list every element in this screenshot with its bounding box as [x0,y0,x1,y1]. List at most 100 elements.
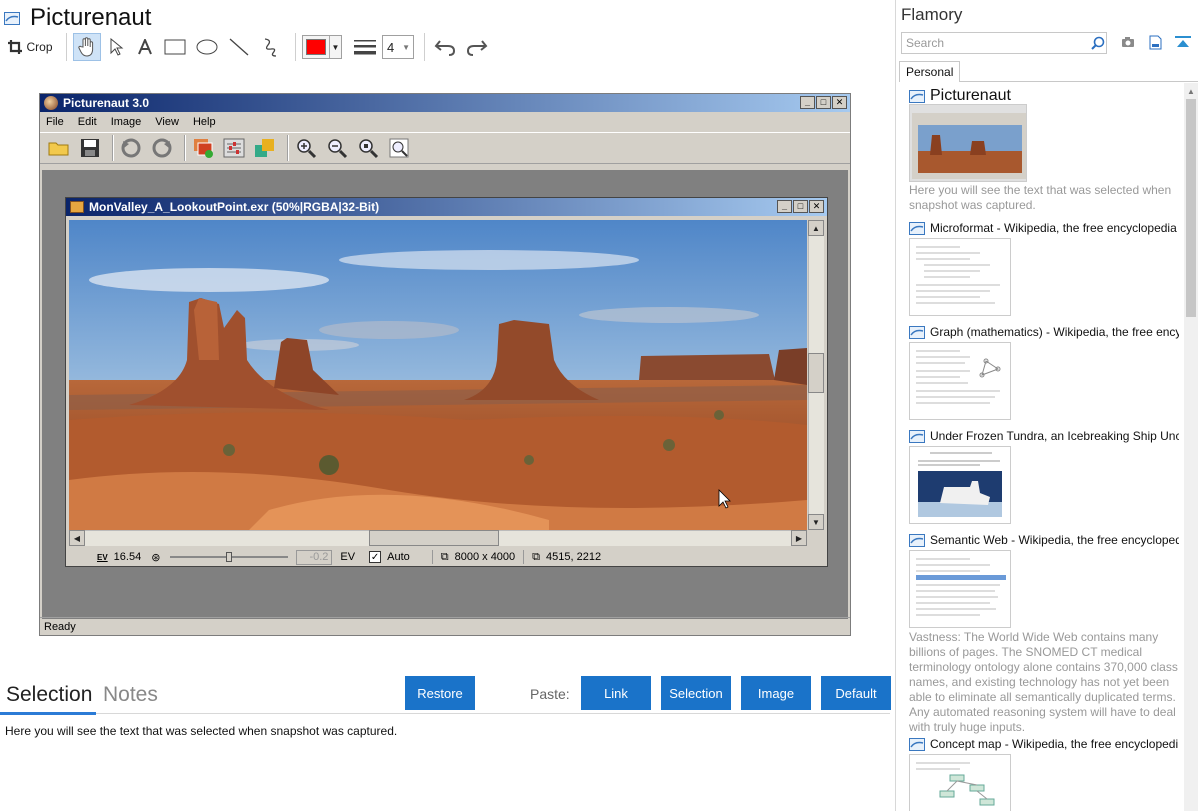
list-item-thumbnail[interactable] [909,238,1011,316]
dimensions-icon: ⧉ [440,550,449,563]
sidebar-scrollbar[interactable]: ▲ [1184,83,1198,811]
tab-divider [959,81,1198,82]
document-statusbar: EV 16.54 ⊛ -0.2 EV ✓ Auto ⧉ 8000 x 4000 … [69,548,824,566]
restore-button[interactable]: Restore [405,676,475,710]
list-item[interactable]: Microformat - Wikipedia, the free encycl… [909,221,1179,235]
list-item[interactable]: Picturenaut [909,87,1179,105]
redo-button[interactable] [463,33,491,61]
line-icon [229,38,249,56]
selection-text: Here you will see the text that was sele… [5,724,398,738]
line-width-select[interactable]: 4 ▼ [382,35,414,59]
document-icon[interactable] [1149,35,1162,50]
undo-button[interactable] [431,33,459,61]
aperture-icon: ⊛ [151,551,161,564]
list-item-thumbnail[interactable] [909,342,1011,420]
exposure-slider [170,552,289,562]
crop-label: Crop [26,40,53,54]
text-icon [138,39,152,55]
minimize-icon: _ [777,200,792,213]
vertical-scrollbar[interactable]: ▲ ▼ [808,220,824,530]
toolbar-separator [287,135,289,161]
menu-help: Help [192,116,216,128]
toolbar-separator [66,33,67,61]
window-icon [909,221,925,235]
crop-button[interactable]: Crop [4,33,56,61]
list-item-title: Graph (mathematics) - Wikipedia, the fre… [930,325,1179,339]
paste-image-button[interactable]: Image [741,676,811,710]
rotate-left-icon [118,135,144,161]
flamory-sidebar: Flamory Search Personal Picturenaut Here… [897,0,1198,811]
rectangle-tool-button[interactable] [161,33,189,61]
list-item[interactable]: Concept map - Wikipedia, the free encycl… [909,737,1179,751]
crop-icon [8,40,23,54]
scroll-left-icon: ◀ [69,530,85,546]
scroll-down-icon: ▼ [808,514,824,530]
zoom-in-icon [293,135,319,161]
freehand-tool-button[interactable] [257,33,285,61]
list-item[interactable]: Under Frozen Tundra, an Icebreaking Ship… [909,429,1179,443]
annotation-toolbar: Crop ▼ 4 ▼ [4,32,495,62]
window-icon [909,429,925,443]
collapse-top-icon[interactable] [1175,35,1191,49]
window-icon [909,737,925,751]
status-separator [431,550,433,564]
tab-selection[interactable]: Selection [6,683,92,707]
tab-notes[interactable]: Notes [103,683,158,707]
color-picker[interactable]: ▼ [302,35,342,59]
search-input[interactable]: Search [901,32,1107,54]
ev-readout: EV 16.54 [97,551,141,563]
hand-icon [78,37,94,57]
ev-icon: EV [97,552,108,562]
flamory-title: Flamory [901,5,963,24]
paste-selection-button[interactable]: Selection [661,676,731,710]
chevron-down-icon: ▼ [402,42,410,52]
list-item[interactable]: Graph (mathematics) - Wikipedia, the fre… [909,325,1179,339]
search-icon[interactable] [1091,36,1105,50]
zoom-fit-icon [355,135,381,161]
document-title: MonValley_A_LookoutPoint.exr (50%|RGBA|3… [89,200,380,214]
ellipse-tool-button[interactable] [193,33,221,61]
document-window: MonValley_A_LookoutPoint.exr (50%|RGBA|3… [65,197,828,567]
tab-personal[interactable]: Personal [899,61,960,82]
snapshot-image[interactable]: Picturenaut 3.0 _ □ ✕ File Edit Image Vi… [39,93,851,636]
zoom-out-icon [324,135,350,161]
close-icon: ✕ [809,200,824,213]
scroll-up-icon: ▲ [1187,87,1195,96]
window-icon [909,533,925,547]
app-status-text: Ready [44,621,76,633]
close-icon: ✕ [832,96,847,109]
text-tool-button[interactable] [133,33,157,61]
hand-tool-button[interactable] [73,33,101,61]
pointer-tool-button[interactable] [105,33,129,61]
document-window-controls: _ □ ✕ [777,200,824,213]
ellipse-icon [196,39,218,55]
list-item-thumbnail[interactable] [909,754,1011,811]
pointer-icon [110,38,124,56]
list-item-thumbnail[interactable] [909,104,1027,182]
auto-label: Auto [387,551,410,563]
horizontal-scrollbar[interactable]: ◀ ▶ [69,530,807,546]
list-item-thumbnail[interactable] [909,550,1011,628]
picturenaut-logo-icon [44,96,58,110]
dimensions-value: 8000 x 4000 [454,551,516,563]
list-item-title: Picturenaut [930,87,1011,104]
landscape-photo [69,220,807,530]
list-item-description: Vastness: The World Wide Web contains ma… [909,630,1178,734]
title-row: Picturenaut [4,3,151,33]
camera-icon[interactable] [1121,35,1135,49]
app-window-title: Picturenaut 3.0 [63,96,150,110]
toolbar-separator [184,135,186,161]
list-item-title: Microformat - Wikipedia, the free encycl… [930,221,1177,235]
window-icon [909,89,925,103]
paste-default-button[interactable]: Default [821,676,891,710]
line-tool-button[interactable] [225,33,253,61]
adjust-icon [221,135,247,161]
list-item-thumbnail[interactable] [909,446,1011,524]
freehand-icon [264,38,277,57]
status-separator [523,550,525,564]
window-controls: _ □ ✕ [800,96,847,109]
line-width-icon [352,33,378,61]
paste-link-button[interactable]: Link [581,676,651,710]
list-item[interactable]: Semantic Web - Wikipedia, the free encyc… [909,533,1179,547]
app-menubar: File Edit Image View Help [40,112,850,132]
